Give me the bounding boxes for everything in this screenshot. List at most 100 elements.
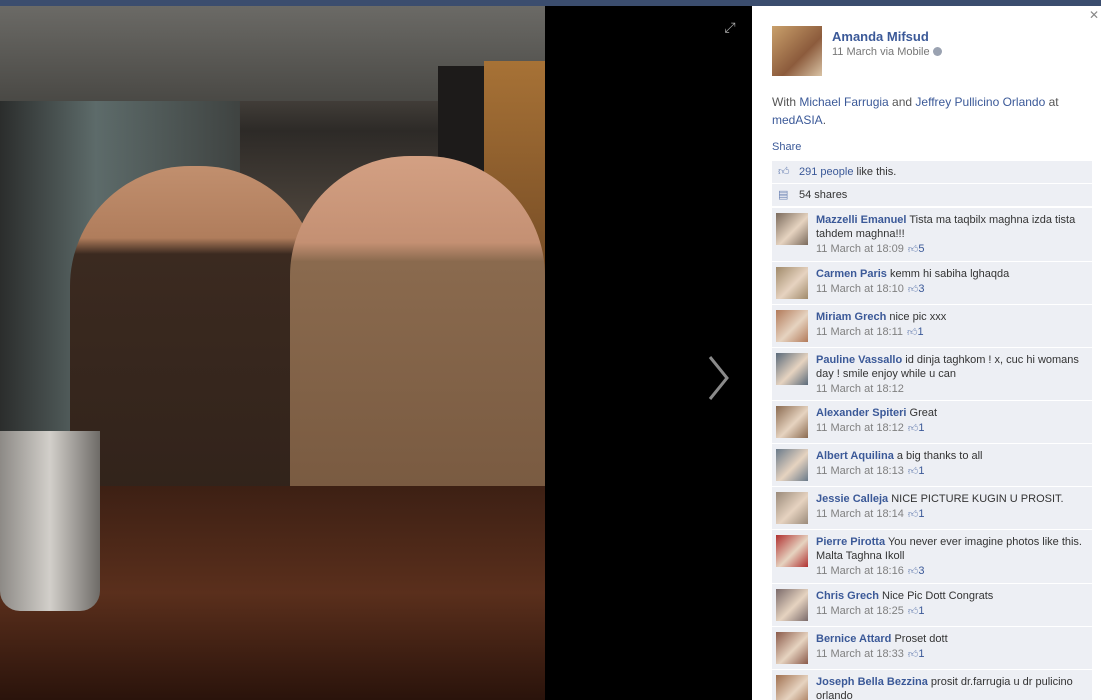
share-link[interactable]: Share (772, 141, 801, 153)
commenter-name[interactable]: Joseph Bella Bezzina (816, 676, 928, 688)
comment-body: Alexander Spiteri Great (816, 406, 1084, 420)
post-caption: With Michael Farrugia and Jeffrey Pullic… (772, 93, 1082, 129)
comment-time[interactable]: 11 March at 18:10 (816, 283, 904, 295)
avatar[interactable] (776, 310, 808, 342)
comment-item: Jessie Calleja NICE PICTURE KUGIN U PROS… (772, 486, 1092, 529)
thumbs-up-icon: 👍︎ (778, 165, 790, 178)
photo-viewer: ⤢ (0, 6, 752, 700)
post-date[interactable]: 11 March via Mobile (832, 46, 930, 58)
comment-like-count[interactable]: 1 (918, 648, 924, 660)
comment-meta: 11 March at 18:16 👍︎3 (816, 564, 1084, 579)
comment-like-count[interactable]: 3 (918, 283, 924, 295)
likes-count[interactable]: 291 people (799, 166, 853, 178)
commenter-name[interactable]: Alexander Spiteri (816, 407, 906, 419)
comment-body: Mazzelli Emanuel Tista ma taqbilx maghna… (816, 213, 1084, 241)
comment-item: Chris Grech Nice Pic Dott Congrats 11 Mar… (772, 583, 1092, 626)
comment-item: Alexander Spiteri Great 11 March at 18:12… (772, 400, 1092, 443)
thumbs-up-icon: 👍︎ (907, 423, 919, 434)
comment-time[interactable]: 11 March at 18:16 (816, 565, 904, 577)
thumbs-up-icon: 👍︎ (907, 566, 919, 577)
commenter-name[interactable]: Jessie Calleja (816, 493, 888, 505)
comment-like-count[interactable]: 5 (918, 243, 924, 255)
tag-link[interactable]: Jeffrey Pullicino Orlando (915, 95, 1045, 109)
comment-like-count[interactable]: 1 (918, 605, 924, 617)
avatar[interactable] (776, 406, 808, 438)
comment-text: a big thanks to all (893, 450, 983, 462)
caption-text: at (1045, 95, 1059, 109)
comment-time[interactable]: 11 March at 18:25 (816, 605, 904, 617)
likes-suffix: like this. (853, 166, 897, 178)
comment-time[interactable]: 11 March at 18:09 (816, 243, 904, 255)
commenter-name[interactable]: Bernice Attard (816, 633, 891, 645)
commenter-name[interactable]: Miriam Grech (816, 311, 886, 323)
post-panel: ✕ Amanda Mifsud 11 March via Mobile With… (752, 6, 1101, 700)
tag-link[interactable]: Michael Farrugia (799, 95, 888, 109)
caption-text: . (822, 113, 827, 127)
avatar[interactable] (776, 449, 808, 481)
comment-text: NICE PICTURE KUGIN U PROSIT. (888, 493, 1064, 505)
place-link[interactable]: medASIA (772, 113, 823, 127)
expand-icon[interactable]: ⤢ (722, 20, 738, 36)
comment-text: nice pic xxx (886, 311, 947, 323)
shares-count[interactable]: 54 shares (799, 189, 847, 201)
chevron-right-icon[interactable] (703, 351, 733, 405)
commenter-name[interactable]: Chris Grech (816, 590, 879, 602)
thumbs-up-icon: 👍︎ (907, 244, 919, 255)
comment-text: Proset dott (891, 633, 948, 645)
thumbs-up-icon: 👍︎ (907, 649, 919, 660)
commenter-name[interactable]: Mazzelli Emanuel (816, 214, 906, 226)
comment-item: Mazzelli Emanuel Tista ma taqbilx maghna… (772, 207, 1092, 261)
comment-item: Miriam Grech nice pic xxx 11 March at 18:… (772, 304, 1092, 347)
comment-body: Carmen Paris kemm hi sabiha lghaqda (816, 267, 1084, 281)
comment-meta: 11 March at 18:12 (816, 382, 1084, 396)
comment-text: kemm hi sabiha lghaqda (886, 268, 1010, 280)
avatar[interactable] (776, 589, 808, 621)
comment-like-count[interactable]: 1 (918, 422, 924, 434)
thumbs-up-icon: 👍︎ (907, 284, 919, 295)
caption-text: With (772, 95, 800, 109)
comment-meta: 11 March at 18:13 👍︎1 (816, 464, 1084, 479)
avatar[interactable] (772, 26, 822, 76)
comment-like-count[interactable]: 1 (918, 508, 924, 520)
comment-like-count[interactable]: 1 (918, 465, 924, 477)
comment-meta: 11 March at 18:25 👍︎1 (816, 604, 1084, 619)
comment-item: Bernice Attard Proset dott 11 March at 18… (772, 626, 1092, 669)
comment-time[interactable]: 11 March at 18:12 (816, 422, 904, 434)
author-name[interactable]: Amanda Mifsud (832, 29, 929, 44)
comment-like-count[interactable]: 3 (918, 565, 924, 577)
comment-time[interactable]: 11 March at 18:11 (816, 326, 903, 338)
commenter-name[interactable]: Pierre Pirotta (816, 536, 885, 548)
commenter-name[interactable]: Pauline Vassallo (816, 354, 902, 366)
feedback-box: 👍︎ 291 people like this. ▤ 54 shares Maz… (772, 161, 1092, 700)
share-icon: ▤ (778, 188, 789, 201)
avatar[interactable] (776, 535, 808, 567)
photo[interactable] (0, 6, 545, 700)
comment-body: Bernice Attard Proset dott (816, 632, 1084, 646)
avatar[interactable] (776, 675, 808, 700)
thumbs-up-icon: 👍︎ (907, 327, 918, 338)
comment-like-count[interactable]: 1 (918, 326, 924, 338)
comment-body: Miriam Grech nice pic xxx (816, 310, 1084, 324)
comment-body: Chris Grech Nice Pic Dott Congrats (816, 589, 1084, 603)
comment-body: Albert Aquilina a big thanks to all (816, 449, 1084, 463)
avatar[interactable] (776, 492, 808, 524)
globe-icon (932, 47, 942, 56)
comment-time[interactable]: 11 March at 18:13 (816, 465, 904, 477)
close-icon[interactable]: ✕ (1089, 8, 1099, 22)
caption-text: and (888, 95, 916, 109)
avatar[interactable] (776, 213, 808, 245)
comment-meta: 11 March at 18:11 👍︎1 (816, 325, 1084, 340)
thumbs-up-icon: 👍︎ (907, 606, 919, 617)
comment-time[interactable]: 11 March at 18:33 (816, 648, 904, 660)
commenter-name[interactable]: Albert Aquilina (816, 450, 894, 462)
comment-body: Jessie Calleja NICE PICTURE KUGIN U PROS… (816, 492, 1084, 506)
comment-time[interactable]: 11 March at 18:14 (816, 508, 904, 520)
avatar[interactable] (776, 632, 808, 664)
likes-row: 👍︎ 291 people like this. (772, 161, 1092, 183)
avatar[interactable] (776, 353, 808, 385)
comment-meta: 11 March at 18:14 👍︎1 (816, 507, 1084, 522)
commenter-name[interactable]: Carmen Paris (816, 268, 887, 280)
comment-body: Pierre Pirotta You never ever imagine ph… (816, 535, 1084, 563)
comment-time[interactable]: 11 March at 18:12 (816, 383, 904, 395)
avatar[interactable] (776, 267, 808, 299)
